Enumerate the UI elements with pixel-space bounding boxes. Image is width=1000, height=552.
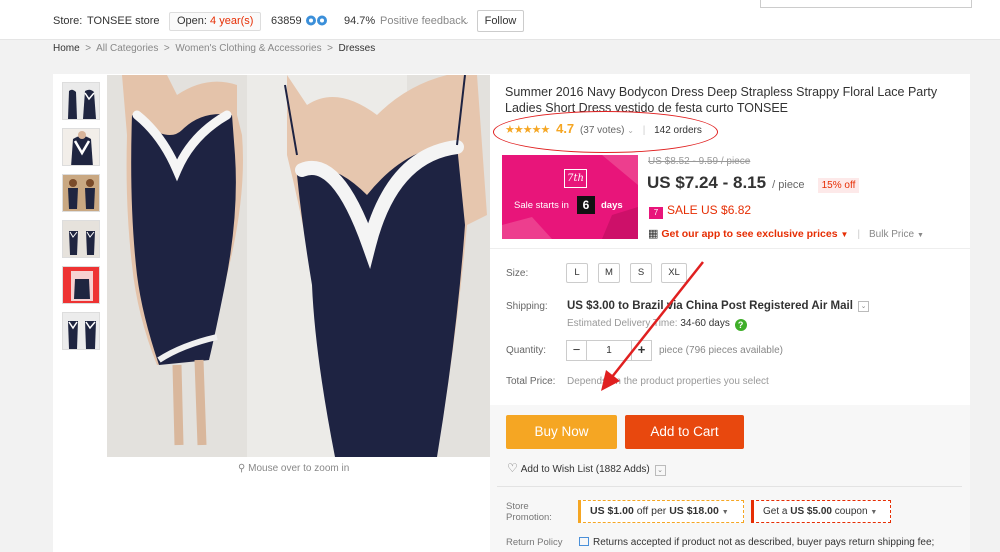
price-unit: / piece (772, 179, 805, 191)
size-label: Size: (506, 268, 529, 279)
main-product-image[interactable] (107, 75, 490, 457)
caret-down-icon[interactable]: ▼ (722, 509, 729, 516)
open-years: 4 year(s) (210, 15, 254, 27)
section-divider (497, 486, 962, 487)
size-option-s[interactable]: S (630, 263, 652, 283)
help-icon[interactable]: ? (734, 319, 747, 331)
sale-tag-icon: 7 (649, 207, 663, 219)
delivery-value: 34-60 days (680, 318, 730, 329)
zoom-hint-text: Mouse over to zoom in (248, 463, 350, 474)
thumbnail-5[interactable] (62, 266, 100, 304)
divider: | (857, 228, 861, 240)
quantity-stepper: − 1 + (566, 340, 652, 361)
open-label: Open: (177, 15, 207, 27)
follow-button[interactable]: Follow (477, 10, 524, 32)
wishlist-row[interactable]: ♡ Add to Wish List (1882 Adds) ⌄ (507, 461, 666, 476)
total-price-value: Depends on the product properties you se… (567, 376, 769, 387)
promo-days-label: days (601, 200, 623, 211)
caret-down-icon[interactable]: ▼ (870, 509, 877, 516)
original-price: US $8.52 - 9.59 / piece (648, 156, 751, 167)
quantity-input[interactable]: 1 (587, 341, 631, 360)
chevron-down-icon[interactable]: ⌄ (858, 301, 870, 312)
breadcrumb-current[interactable]: Dresses (339, 43, 376, 54)
heart-icon[interactable]: ♡ (507, 461, 518, 475)
promo-badge: 7th (564, 169, 587, 188)
promo-text: Sale starts in (514, 200, 569, 211)
feedback-percent: 94.7% (344, 15, 376, 27)
annotation-circle (493, 111, 718, 153)
promo-day-count: 6 (577, 196, 595, 214)
return-policy-text: Returns accepted if product not as descr… (593, 537, 935, 548)
delivery-estimate: Estimated Delivery Time: 34-60 days ? (567, 318, 747, 331)
store-promotion-label-line2: Promotion: (506, 512, 552, 523)
store-name-link[interactable]: TONSEE store (87, 15, 160, 27)
size-option-l[interactable]: L (566, 263, 588, 283)
breadcrumb-all-categories[interactable]: All Categories (96, 43, 158, 54)
thumbnail-1[interactable] (62, 82, 100, 120)
top-dropdown-edge (760, 0, 972, 8)
coupon2-prefix: Get a (763, 506, 788, 517)
quantity-increase-button[interactable]: + (631, 341, 651, 360)
shipping-selector[interactable]: US $3.00 to Brazil via China Post Regist… (567, 300, 870, 312)
add-to-cart-button[interactable]: Add to Cart (625, 415, 744, 449)
get-coupon-button[interactable]: Get a US $5.00 coupon ▼ (751, 500, 891, 523)
return-policy: Returns accepted if product not as descr… (579, 537, 934, 548)
caret-down-icon[interactable]: ▼ (917, 232, 924, 239)
coupon1-per: off per (636, 505, 667, 517)
return-policy-label: Return Policy (506, 537, 563, 548)
coupon2-suffix: coupon (834, 506, 868, 517)
total-price-label: Total Price: (506, 376, 556, 387)
quantity-label: Quantity: (506, 345, 547, 356)
chevron-down-icon[interactable]: ⌄ (654, 465, 666, 476)
thumbnail-3[interactable] (62, 174, 100, 212)
store-promotion-label-line1: Store (506, 501, 529, 512)
section-divider (490, 248, 970, 249)
coupon1-min: US $18.00 (669, 505, 719, 517)
breadcrumb-womens-clothing[interactable]: Women's Clothing & Accessories (175, 43, 321, 54)
app-promo-row: ▦ Get our app to see exclusive prices ▼ … (648, 227, 924, 240)
feedback-link[interactable]: Positive feedback (380, 15, 466, 27)
breadcrumb-separator: > (82, 43, 94, 54)
thumbnail-6[interactable] (62, 312, 100, 350)
store-score: 63859 (271, 15, 302, 27)
policy-icon (579, 537, 589, 546)
medal-icon (305, 14, 329, 30)
store-label: Store: (53, 15, 83, 27)
breadcrumb-home[interactable]: Home (53, 43, 80, 54)
size-option-m[interactable]: M (598, 263, 620, 283)
app-promo-link[interactable]: Get our app to see exclusive prices (661, 228, 837, 240)
qr-code-icon: ▦ (648, 228, 659, 240)
wishlist-link[interactable]: Add to Wish List (1882 Adds) (521, 464, 650, 475)
buy-now-button[interactable]: Buy Now (506, 415, 617, 449)
breadcrumb-separator: > (324, 43, 336, 54)
sale-price: SALE US $6.82 (667, 203, 752, 217)
current-price: US $7.24 - 8.15 (647, 173, 767, 192)
magnifier-icon: ⚲ (238, 463, 246, 474)
caret-down-icon[interactable]: ▼ (841, 230, 849, 239)
coupon1-amount: US $1.00 (590, 505, 634, 517)
shipping-value: US $3.00 to Brazil via China Post Regist… (567, 300, 853, 312)
breadcrumb-separator: > (161, 43, 173, 54)
shipping-label: Shipping: (506, 301, 548, 312)
sale-price-row: 7 SALE US $6.82 (649, 203, 751, 219)
bulk-price-link[interactable]: Bulk Price (869, 229, 914, 240)
sale-countdown-banner[interactable]: 7th Sale starts in 6 days (502, 155, 638, 239)
discount-coupon[interactable]: US $1.00 off per US $18.00 ▼ (578, 500, 744, 523)
price-row: US $7.24 - 8.15 / piece 15% off (647, 173, 860, 193)
discount-badge: 15% off (817, 178, 860, 193)
store-promotion-label: Store Promotion: (506, 501, 552, 523)
thumbnail-2[interactable] (62, 128, 100, 166)
store-open-badge: Open: 4 year(s) (169, 12, 262, 31)
zoom-hint: ⚲ Mouse over to zoom in (238, 463, 349, 474)
chevron-down-icon[interactable]: ⌄ (463, 17, 470, 26)
thumbnail-4[interactable] (62, 220, 100, 258)
coupon2-amount: US $5.00 (790, 506, 832, 517)
quantity-decrease-button[interactable]: − (567, 341, 587, 360)
availability-text: piece (796 pieces available) (659, 345, 783, 356)
delivery-label: Estimated Delivery Time: (567, 318, 678, 329)
breadcrumb: Home > All Categories > Women's Clothing… (53, 43, 375, 54)
size-option-xl[interactable]: XL (661, 263, 687, 283)
